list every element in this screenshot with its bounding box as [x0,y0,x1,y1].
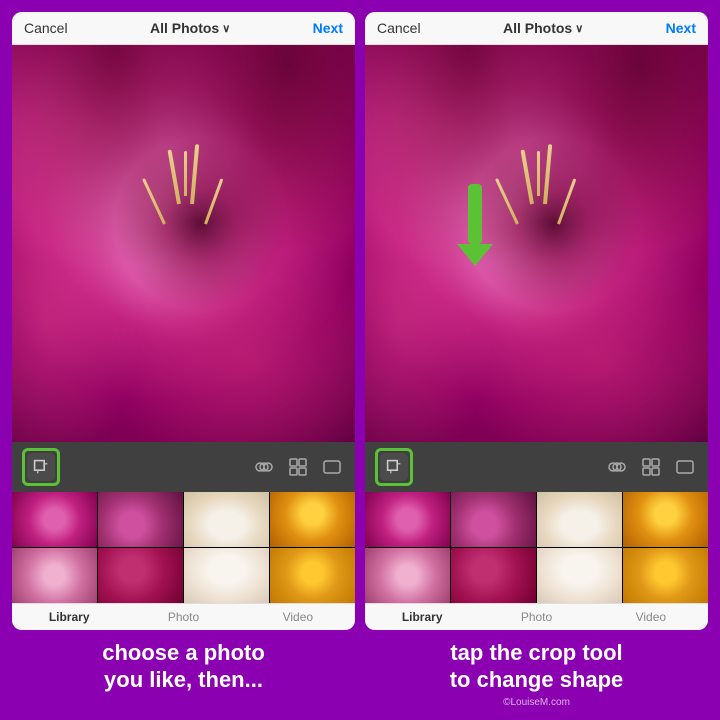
right-thumb-4[interactable] [623,492,708,547]
right-grid-icon [638,454,664,480]
right-thumb-3[interactable] [537,492,622,547]
right-caption: tap the crop toolto change shape [365,640,708,693]
thumb-8[interactable] [270,548,355,603]
left-header: Cancel All Photos ∨ Next [12,12,355,45]
right-panel-wrapper: Cancel All Photos ∨ Next [365,12,708,630]
left-tab-photo[interactable]: Photo [126,604,240,630]
left-crop-button[interactable] [27,453,55,481]
left-title-text: All Photos [150,20,219,36]
thumb-3[interactable] [184,492,269,547]
top-section: Cancel All Photos ∨ Next [0,0,720,630]
left-next-button[interactable]: Next [313,20,343,36]
right-chevron-icon: ∨ [575,22,583,35]
right-thumb-2[interactable] [451,492,536,547]
right-tab-video[interactable]: Video [594,604,708,630]
thumb-5[interactable] [12,548,97,603]
thumb-1[interactable] [12,492,97,547]
right-thumbnail-grid [365,492,708,603]
left-chevron-icon: ∨ [222,22,230,35]
left-bottom-tabs: Library Photo Video [12,603,355,630]
left-panel-wrapper: Cancel All Photos ∨ Next [12,12,355,630]
left-infinity-icon [251,454,277,480]
right-thumb-7[interactable] [537,548,622,603]
right-crop-button[interactable] [380,453,408,481]
right-tab-photo[interactable]: Photo [479,604,593,630]
right-cancel-button[interactable]: Cancel [377,20,421,36]
right-main-image [365,45,708,442]
right-phone-panel: Cancel All Photos ∨ Next [365,12,708,630]
left-main-image [12,45,355,442]
left-toolbar-left [22,448,60,486]
right-header: Cancel All Photos ∨ Next [365,12,708,45]
right-next-button[interactable]: Next [666,20,696,36]
right-crop-ratio-icon [672,454,698,480]
right-title-text: All Photos [503,20,572,36]
left-tab-video[interactable]: Video [241,604,355,630]
thumb-7[interactable] [184,548,269,603]
left-toolbar-right [251,454,345,480]
thumb-6[interactable] [98,548,183,603]
right-toolbar [365,442,708,492]
watermark: ©LouiseM.com [365,697,708,708]
right-toolbar-left [375,448,413,486]
right-infinity-icon [604,454,630,480]
left-tab-library[interactable]: Library [12,604,126,630]
right-thumb-1[interactable] [365,492,450,547]
right-thumb-5[interactable] [365,548,450,603]
right-caption-box: tap the crop toolto change shape ©Louise… [365,640,708,708]
right-toolbar-right [604,454,698,480]
left-title: All Photos ∨ [150,20,230,36]
left-caption: choose a photoyou like, then... [12,640,355,693]
left-thumbnail-grid [12,492,355,603]
left-cancel-button[interactable]: Cancel [24,20,68,36]
left-grid-icon [285,454,311,480]
bottom-section: choose a photoyou like, then... tap the … [0,630,720,720]
left-caption-box: choose a photoyou like, then... [12,640,355,708]
left-crop-highlight [22,448,60,486]
right-bottom-tabs: Library Photo Video [365,603,708,630]
right-thumb-8[interactable] [623,548,708,603]
left-toolbar [12,442,355,492]
right-tab-library[interactable]: Library [365,604,479,630]
left-crop-ratio-icon [319,454,345,480]
right-title: All Photos ∨ [503,20,583,36]
thumb-2[interactable] [98,492,183,547]
thumb-4[interactable] [270,492,355,547]
left-phone-panel: Cancel All Photos ∨ Next [12,12,355,630]
right-crop-highlight [375,448,413,486]
right-thumb-6[interactable] [451,548,536,603]
